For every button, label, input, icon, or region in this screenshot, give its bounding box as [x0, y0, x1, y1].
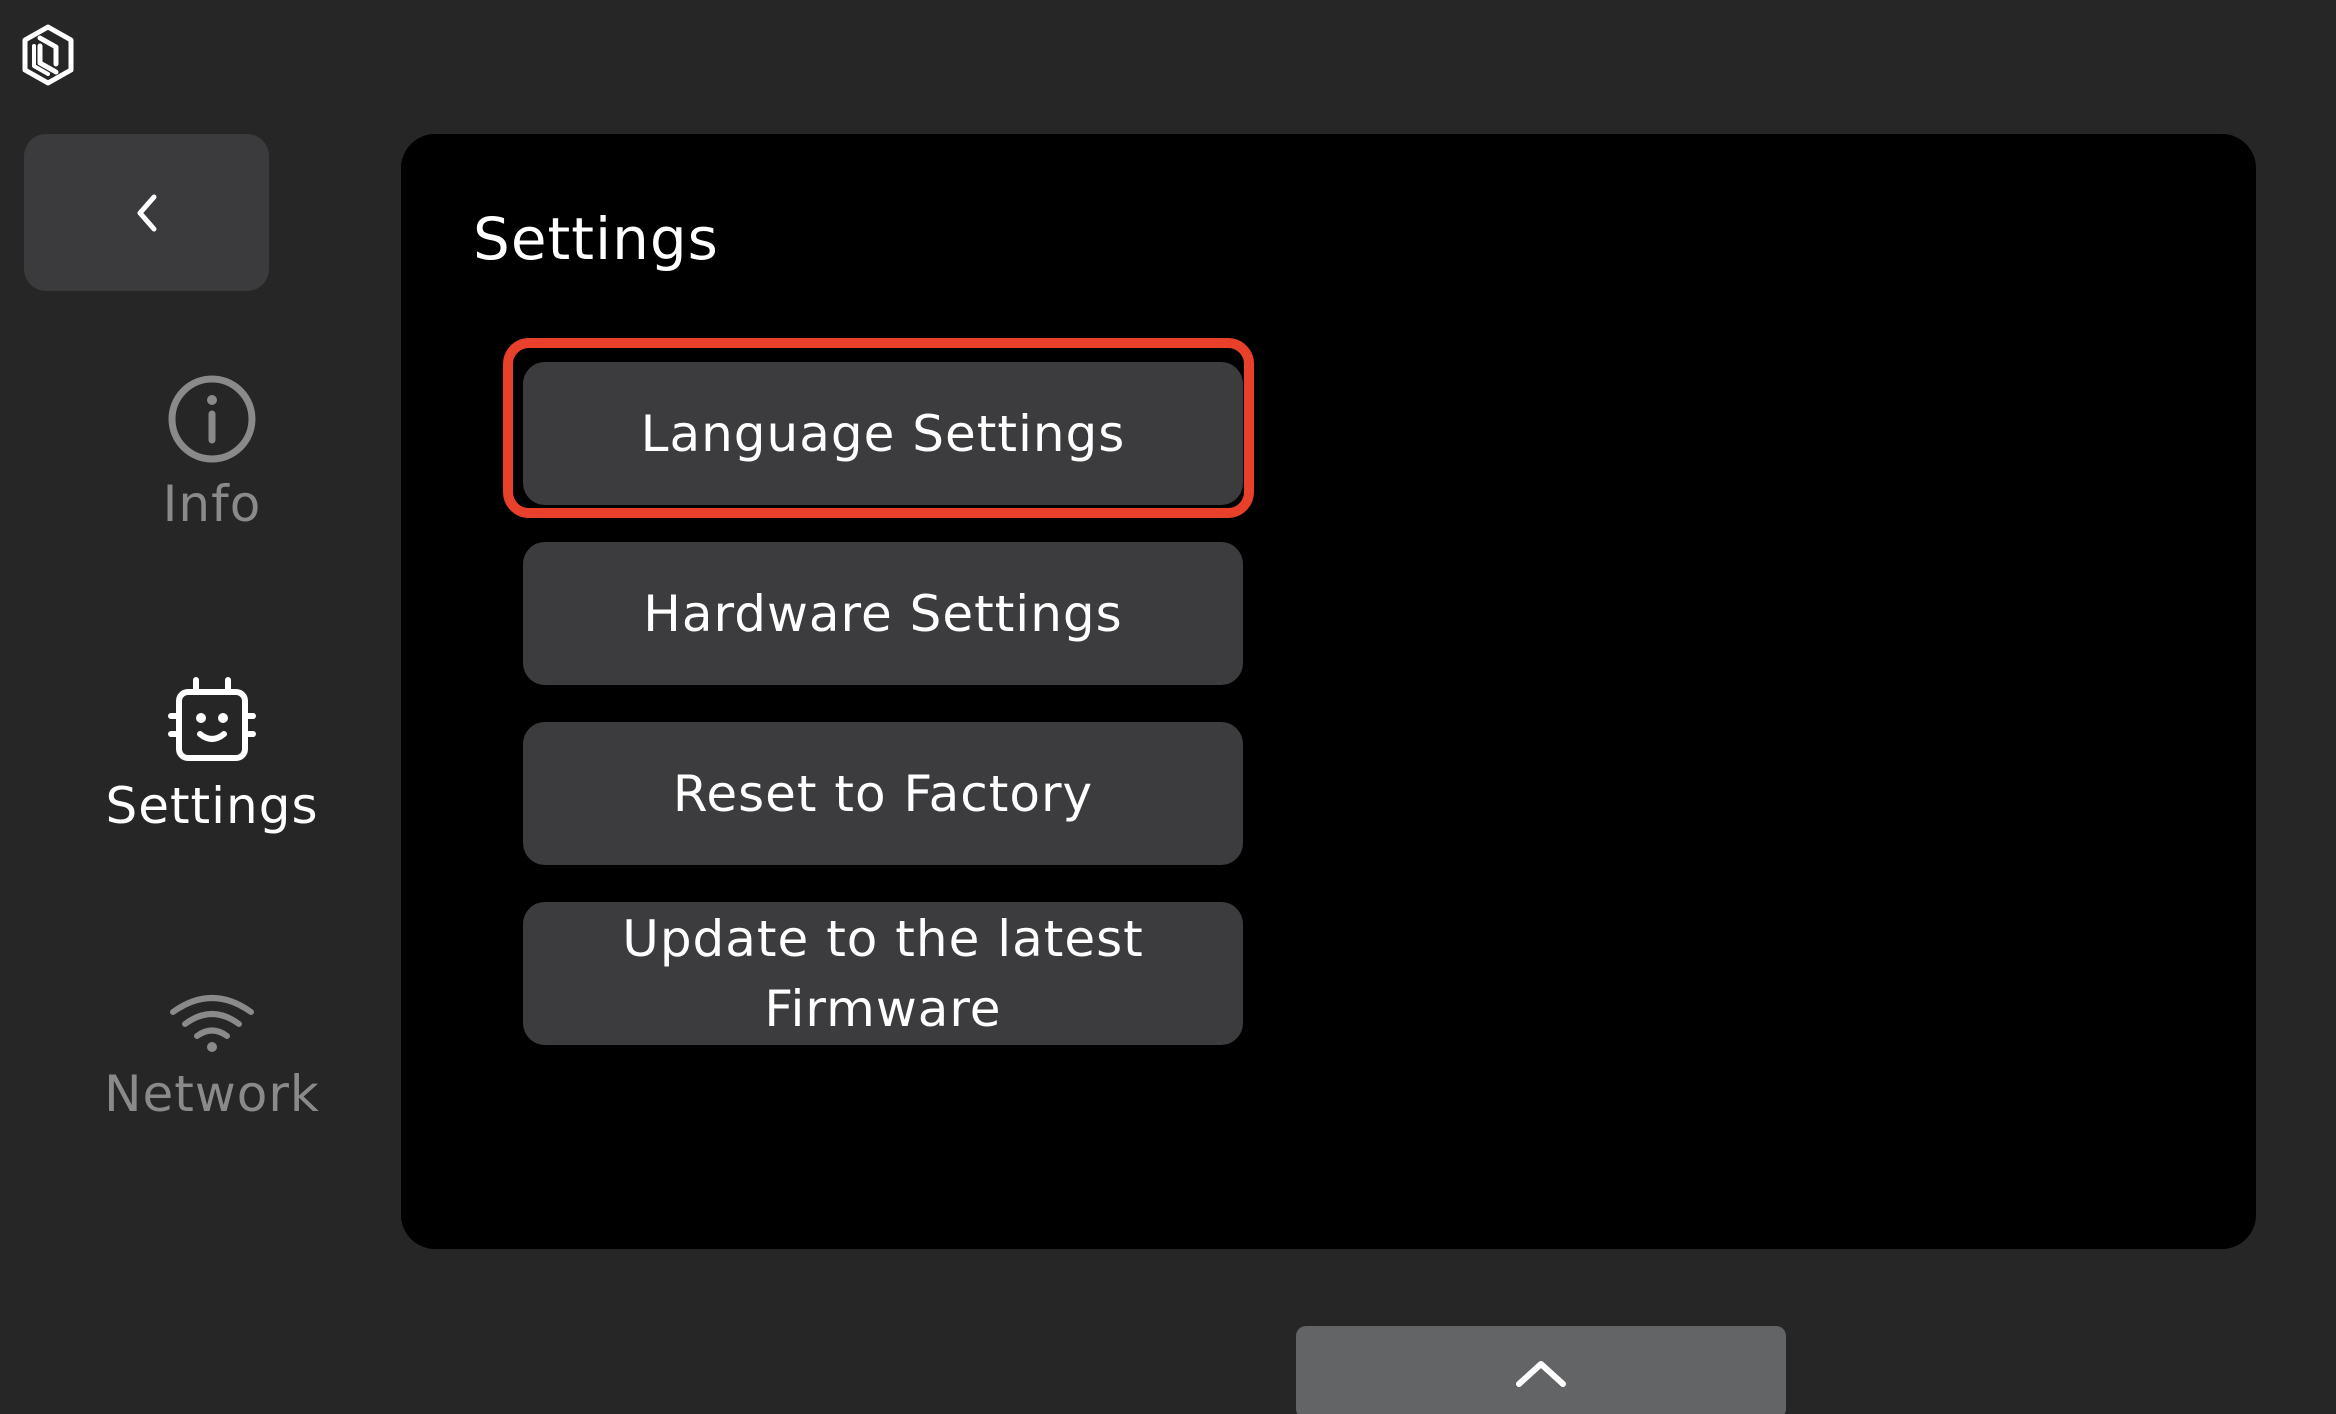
settings-panel: Settings Language Settings Hardware Sett…	[401, 134, 2256, 1414]
chevron-up-icon	[1516, 1360, 1566, 1387]
language-settings-button[interactable]: Language Settings	[523, 362, 1243, 505]
page-title: Settings	[473, 205, 719, 273]
wifi-icon	[170, 995, 254, 1052]
update-firmware-button[interactable]: Update to the latest Firmware	[523, 902, 1243, 1045]
robot-face-icon	[168, 677, 256, 761]
sidebar-item-label: Settings	[105, 777, 319, 835]
info-icon	[168, 375, 256, 463]
sidebar-item-settings[interactable]: Settings	[60, 676, 364, 836]
sidebar-item-network[interactable]: Network	[60, 990, 364, 1124]
brand-logo-icon	[20, 24, 76, 86]
sidebar-item-info[interactable]: Info	[60, 374, 364, 534]
chevron-left-icon	[137, 194, 156, 231]
hardware-settings-button[interactable]: Hardware Settings	[523, 542, 1243, 685]
screen: Info Settings Network Settings Language …	[0, 0, 2336, 1414]
reset-to-factory-button[interactable]: Reset to Factory	[523, 722, 1243, 865]
sidebar-item-label: Info	[162, 475, 262, 533]
scroll-up-button[interactable]	[1296, 1326, 1786, 1414]
sidebar-item-label: Network	[104, 1065, 320, 1123]
back-button[interactable]	[24, 134, 269, 291]
